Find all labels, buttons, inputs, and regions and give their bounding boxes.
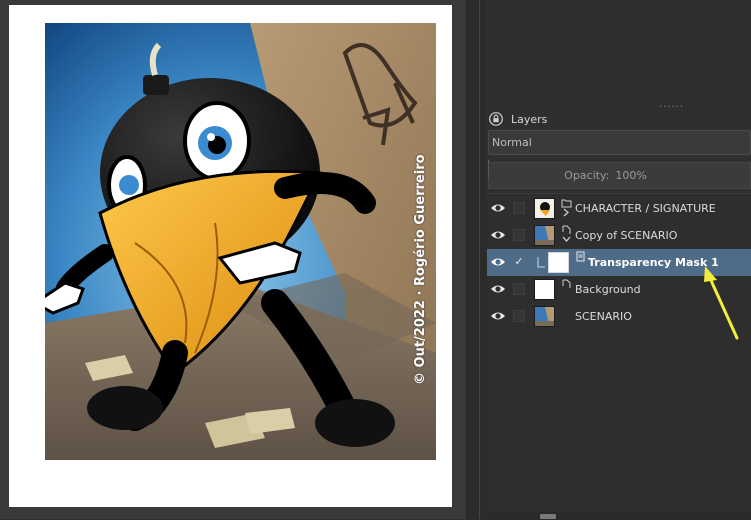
layer-checkbox[interactable]	[513, 202, 525, 214]
layer-name: SCENARIO	[575, 310, 632, 323]
layer-thumbnail	[534, 198, 555, 219]
layers-header: Layers	[487, 108, 751, 130]
watermark-signature: © Out/2022 · Rogério Guerreiro	[413, 154, 428, 385]
canvas-area[interactable]: © Out/2022 · Rogério Guerreiro	[0, 0, 466, 519]
layer-name: Background	[575, 283, 641, 296]
dock-bottom-bar	[487, 512, 751, 519]
transparency-mask-icon	[576, 251, 585, 262]
layer-checkbox[interactable]	[513, 310, 525, 322]
opacity-value: 100%	[615, 169, 647, 182]
layer-thumbnail	[534, 279, 555, 300]
group-layer-icon	[561, 199, 572, 208]
layer-checkbox[interactable]	[513, 283, 525, 295]
layer-checkbox[interactable]	[513, 229, 525, 241]
opacity-label: Opacity:	[564, 169, 610, 182]
layer-name: CHARACTER / SIGNATURE	[575, 202, 716, 215]
clone-layer-icon	[562, 279, 571, 288]
layer-row-character-signature[interactable]: CHARACTER / SIGNATURE	[487, 195, 751, 222]
eye-icon[interactable]	[490, 310, 506, 322]
thumbnail-image	[540, 202, 550, 216]
layer-name: Copy of SCENARIO	[575, 229, 678, 242]
chevron-right-icon[interactable]	[562, 208, 571, 217]
lock-icon[interactable]	[489, 112, 503, 126]
artwork-illustration[interactable]	[45, 23, 436, 460]
eye-icon[interactable]	[490, 202, 506, 214]
layer-row-copy-of-scenario[interactable]: Copy of SCENARIO	[487, 222, 751, 249]
scroll-handle[interactable]	[540, 514, 556, 519]
panel-title: Layers	[511, 112, 548, 126]
eye-icon[interactable]	[490, 283, 506, 295]
artwork-svg	[45, 23, 436, 460]
annotation-arrow-icon	[704, 266, 739, 340]
layer-thumbnail	[534, 225, 555, 246]
tree-connector-icon	[537, 257, 545, 268]
splitter-line	[479, 0, 480, 519]
eye-icon[interactable]	[490, 229, 506, 241]
layers-docker: ...... Layers Normal Opacity: 100% CHARA…	[487, 0, 751, 520]
layer-thumbnail	[534, 306, 555, 327]
mask-thumbnail	[548, 252, 569, 273]
clone-layer-icon	[562, 225, 571, 234]
layer-list[interactable]: CHARACTER / SIGNATURE Copy of SCENARIO ✓…	[487, 193, 751, 520]
resize-handle[interactable]	[488, 160, 491, 178]
chevron-down-icon[interactable]	[562, 235, 571, 244]
layer-checkbox-checked[interactable]: ✓	[513, 256, 525, 268]
eye-icon[interactable]	[490, 256, 506, 268]
blend-mode-select[interactable]: Normal	[488, 130, 751, 155]
dock-splitter[interactable]	[466, 0, 488, 519]
thumbnail-image	[535, 226, 554, 245]
thumbnail-image	[535, 307, 554, 326]
opacity-slider[interactable]: Opacity: 100%	[488, 162, 751, 189]
blend-mode-value: Normal	[492, 136, 532, 149]
